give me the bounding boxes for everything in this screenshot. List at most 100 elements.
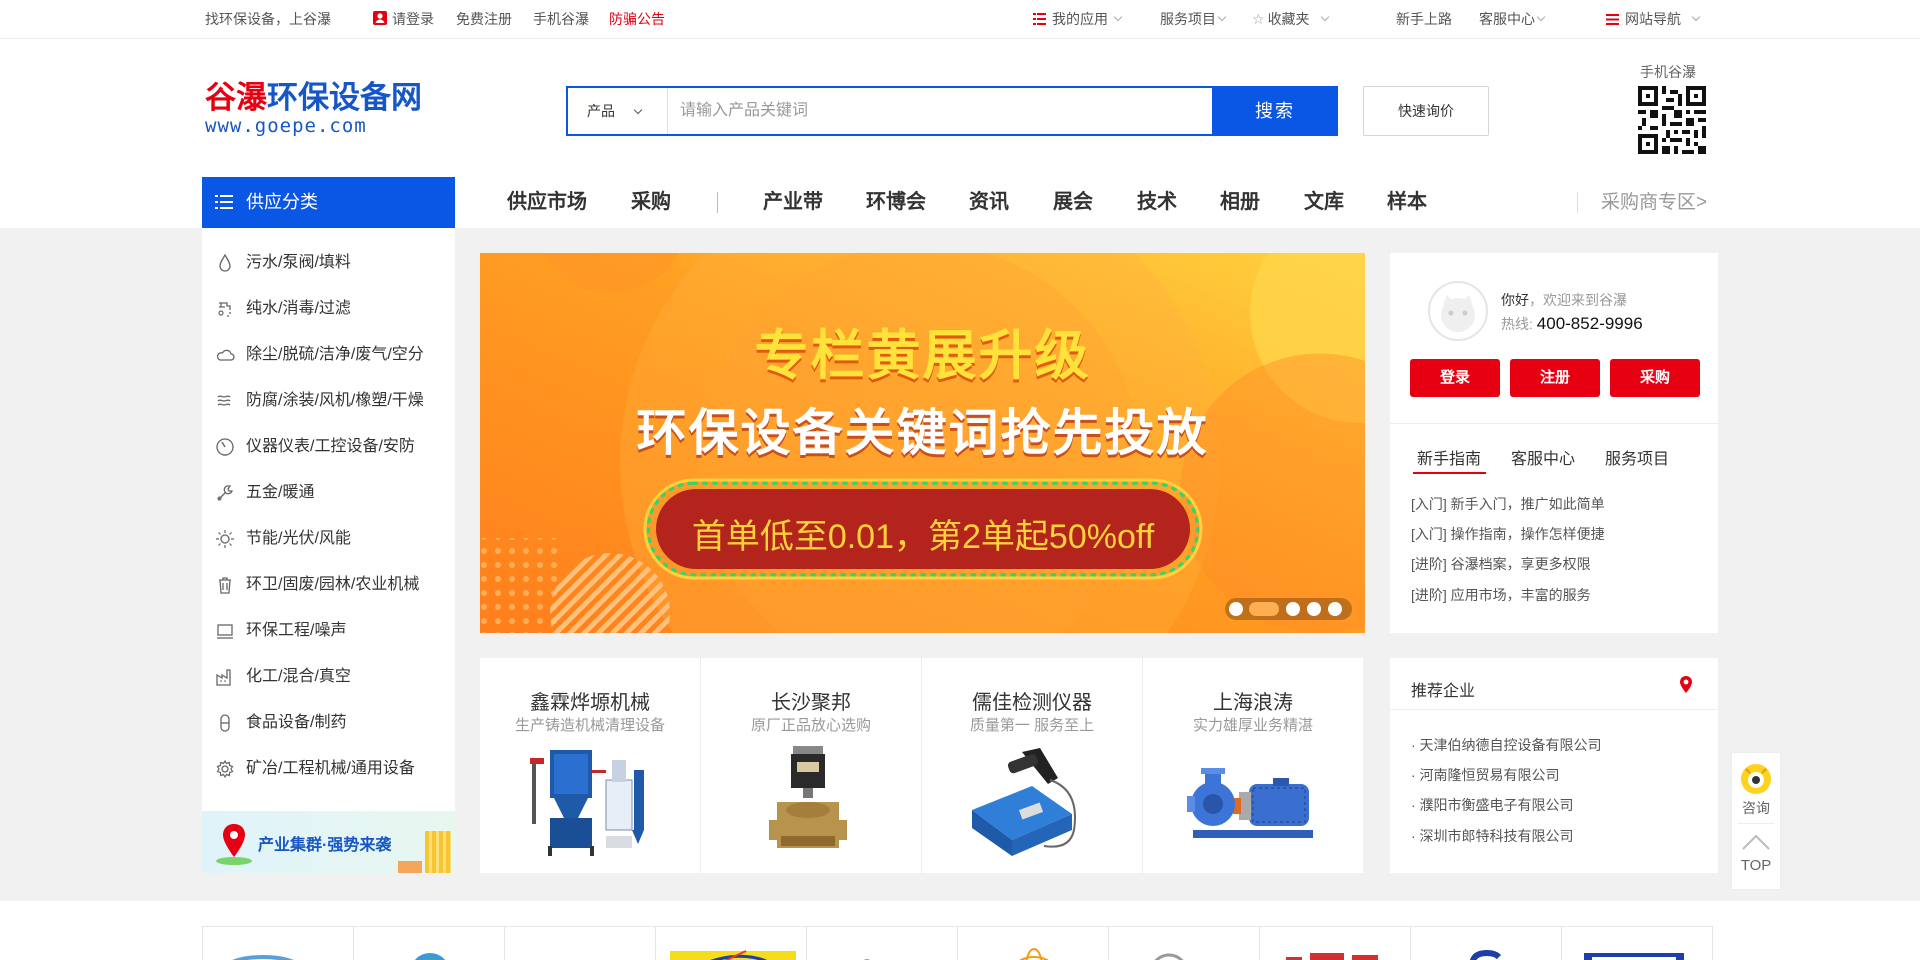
logo-blue-text: 环保设备网 — [267, 80, 422, 115]
nav-item-purchase[interactable]: 采购 — [631, 177, 671, 228]
favorites-menu[interactable]: ☆ 收藏夹 — [1252, 0, 1329, 39]
partner-logo[interactable] — [1108, 926, 1260, 960]
nav-item-exhibitions[interactable]: 展会 — [1053, 177, 1093, 228]
search-type-select[interactable]: 产品 — [568, 88, 668, 134]
search-type-label: 产品 — [587, 103, 615, 119]
nav-item-library[interactable]: 文库 — [1304, 177, 1344, 228]
partner-logo[interactable] — [655, 926, 807, 960]
register-button[interactable]: 注册 — [1510, 359, 1600, 397]
sidebar-item-chemical[interactable]: 化工/混合/真空 — [202, 654, 455, 700]
register-link[interactable]: 免费注册 — [456, 0, 512, 39]
my-apps-menu[interactable]: 我的应用 — [1033, 0, 1123, 39]
sidebar-item-label: 食品设备/制药 — [246, 714, 347, 731]
company-link[interactable]: · 河南隆恒贸易有限公司 — [1411, 765, 1560, 785]
sidebar-item-pure-water[interactable]: 纯水/消毒/过滤 — [202, 286, 455, 332]
nav-item-samples[interactable]: 样本 — [1387, 177, 1427, 228]
company-link[interactable]: · 深圳市郎特科技有限公司 — [1411, 826, 1574, 846]
magnetic-detector-icon — [972, 748, 1076, 856]
guide-link[interactable]: [入门] 新手入门，推广如此简单 — [1411, 494, 1605, 514]
services-menu[interactable]: 服务项目 — [1160, 0, 1227, 39]
sidebar-item-label: 污水/泵阀/填料 — [246, 254, 351, 271]
sidebar-item-engineering[interactable]: 环保工程/噪声 — [202, 608, 455, 654]
product-card[interactable]: 儒佳检测仪器 质量第一 服务至上 — [922, 658, 1142, 873]
guide-link[interactable]: [进阶] 谷瀑档案，享更多权限 — [1411, 554, 1591, 574]
search-input[interactable] — [680, 88, 1180, 134]
promo-text: 产业集群·强势来袭 — [258, 837, 392, 854]
sidebar-item-sanitation[interactable]: 环卫/固废/园林/农业机械 — [202, 562, 455, 608]
partner-logo[interactable] — [1259, 926, 1411, 960]
site-logo[interactable]: 谷瀑环保设备网 www.goepe.com — [205, 82, 422, 136]
sidebar-item-energy[interactable]: 节能/光伏/风能 — [202, 516, 455, 562]
sidebar-item-label: 仪器仪表/工控设备/安防 — [246, 438, 415, 455]
qr-code — [1638, 86, 1706, 154]
sidebar-item-label: 防腐/涂装/风机/橡塑/干燥 — [246, 392, 424, 409]
product-card[interactable]: 上海浪涛 实力雄厚业务精湛 — [1143, 658, 1363, 873]
favorites-label: 收藏夹 — [1267, 11, 1310, 27]
sidebar-item-food-pharma[interactable]: 食品设备/制药 — [202, 700, 455, 746]
nav-item-industry-belt[interactable]: 产业带 — [763, 177, 823, 228]
buyer-zone-link[interactable]: 采购商专区> — [1601, 177, 1707, 228]
login-link[interactable]: 请登录 — [372, 0, 434, 39]
support-menu[interactable]: 客服中心 — [1479, 0, 1546, 39]
nav-item-supply-market[interactable]: 供应市场 — [507, 177, 587, 228]
search-button[interactable]: 搜索 — [1212, 86, 1338, 136]
guide-link[interactable]: [进阶] 应用市场，丰富的服务 — [1411, 585, 1591, 605]
search-bar: 产品 搜索 — [566, 86, 1338, 136]
partner-logo-graphic — [1154, 953, 1184, 960]
list-icon — [215, 195, 233, 209]
avatar[interactable] — [1428, 281, 1488, 341]
category-menu-label: 供应分类 — [246, 192, 318, 212]
industry-cluster-promo[interactable]: 产业集群·强势来袭 — [202, 811, 455, 873]
greeting: 你好 — [1501, 292, 1529, 308]
fraud-notice-link[interactable]: 防骗公告 — [609, 0, 665, 39]
consult-button[interactable]: 咨询 — [1732, 753, 1780, 823]
nav-item-albums[interactable]: 相册 — [1220, 177, 1260, 228]
company-link[interactable]: · 天津伯纳德自控设备有限公司 — [1411, 735, 1602, 755]
partner-logo[interactable] — [353, 926, 505, 960]
purchase-button[interactable]: 采购 — [1610, 359, 1700, 397]
tab-newbie-guide[interactable]: 新手指南 — [1417, 445, 1481, 469]
partner-logo[interactable] — [957, 926, 1109, 960]
sun-icon — [216, 530, 234, 548]
sidebar-item-label: 节能/光伏/风能 — [246, 530, 351, 547]
site-nav-menu[interactable]: 网站导航 — [1606, 0, 1701, 39]
product-card[interactable]: 长沙聚邦 原厂正品放心选购 — [701, 658, 921, 873]
top-bar: 找环保设备，上谷瀑 请登录 免费注册 手机谷瀑 防骗公告 我的应用 服务项目 ☆… — [0, 0, 1920, 39]
back-to-top-button[interactable]: TOP — [1732, 825, 1780, 889]
partner-logo-graphic — [1584, 953, 1684, 960]
recommended-title: 推荐企业 — [1411, 683, 1476, 700]
login-button[interactable]: 登录 — [1410, 359, 1500, 397]
sidebar-item-instruments[interactable]: 仪器仪表/工控设备/安防 — [202, 424, 455, 470]
partner-logo[interactable] — [1561, 926, 1713, 960]
product-slogan: 生产铸造机械清理设备 — [514, 717, 665, 734]
location-pin-icon — [1680, 676, 1692, 693]
partner-logo[interactable] — [1410, 926, 1562, 960]
list-icon — [1033, 13, 1046, 25]
nav-item-technology[interactable]: 技术 — [1137, 177, 1177, 228]
chevron-down-icon — [633, 105, 643, 115]
sidebar-item-anticorrosion[interactable]: 防腐/涂装/风机/橡塑/干燥 — [202, 378, 455, 424]
sidebar-item-sewage[interactable]: 污水/泵阀/填料 — [202, 240, 455, 286]
trash-bin-icon — [219, 577, 231, 594]
welcome-message: ，欢迎来到谷瀑 — [1529, 292, 1627, 308]
sidebar-item-dust-removal[interactable]: 除尘/脱硫/洁净/废气/空分 — [202, 332, 455, 378]
nav-item-news[interactable]: 资讯 — [969, 177, 1009, 228]
tab-support[interactable]: 客服中心 — [1511, 445, 1575, 469]
category-menu-button[interactable]: 供应分类 — [202, 177, 455, 228]
tab-services[interactable]: 服务项目 — [1605, 445, 1669, 469]
quick-quote-button[interactable]: 快速询价 — [1363, 86, 1489, 136]
mobile-link[interactable]: 手机谷瀑 — [533, 0, 589, 39]
sidebar-item-mining[interactable]: 矿冶/工程机械/通用设备 — [202, 746, 455, 792]
promo-banner[interactable]: 专栏黄展升级 环保设备关键词抢先投放 首单低至0.01，第2单起50%off — [480, 253, 1365, 633]
partner-logo[interactable] — [504, 926, 656, 960]
company-link[interactable]: · 濮阳市衡盛电子有限公司 — [1411, 795, 1574, 815]
partner-logo[interactable] — [202, 926, 354, 960]
partner-logo[interactable] — [806, 926, 958, 960]
grass-decoration — [216, 857, 252, 865]
product-card[interactable]: 鑫霖烨塬机械 生产铸造机械清理设备 — [480, 658, 700, 873]
newbie-link[interactable]: 新手上路 — [1396, 0, 1452, 39]
welcome-text: 你好，欢迎来到谷瀑 — [1501, 290, 1627, 310]
nav-item-expo[interactable]: 环博会 — [866, 177, 926, 228]
sidebar-item-hardware[interactable]: 五金/暖通 — [202, 470, 455, 516]
guide-link[interactable]: [入门] 操作指南，操作怎样便捷 — [1411, 524, 1605, 544]
